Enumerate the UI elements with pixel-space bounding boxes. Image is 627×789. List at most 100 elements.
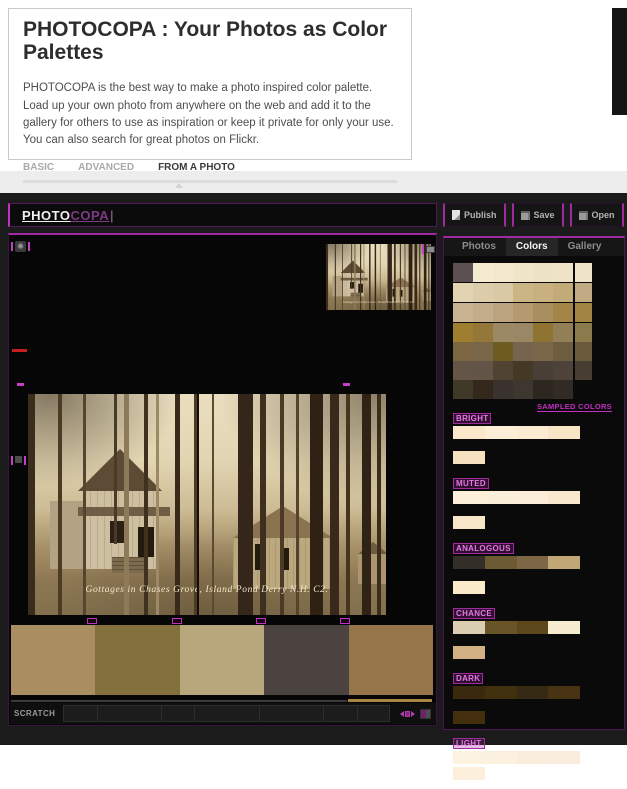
gear-icon[interactable]: ✺ xyxy=(15,241,26,252)
sampled-color-cell[interactable] xyxy=(453,380,473,399)
scratch-slot[interactable] xyxy=(358,705,391,722)
scratch-slot[interactable] xyxy=(195,705,261,722)
sampled-color-cell[interactable] xyxy=(575,303,592,322)
section-bar-cell[interactable] xyxy=(484,686,517,699)
sampled-color-cell[interactable] xyxy=(513,323,533,342)
section-swatch-chance[interactable] xyxy=(453,646,485,659)
scratch-slot[interactable] xyxy=(63,705,99,722)
section-bar-cell[interactable] xyxy=(516,686,549,699)
section-bar-cell[interactable] xyxy=(516,556,549,569)
sampled-color-cell[interactable] xyxy=(473,263,493,282)
sample-point-handle[interactable] xyxy=(15,456,22,463)
swatch-divider-handle[interactable] xyxy=(172,618,182,624)
sampled-color-cell[interactable] xyxy=(473,361,493,380)
sampled-color-cell[interactable] xyxy=(453,283,473,302)
publish-button[interactable]: Publish xyxy=(443,203,506,227)
section-bar-cell[interactable] xyxy=(453,621,485,634)
section-bar-cell[interactable] xyxy=(484,621,517,634)
section-swatch-light[interactable] xyxy=(453,767,485,780)
sampled-color-cell[interactable] xyxy=(453,323,473,342)
open-button[interactable]: Open xyxy=(569,203,624,227)
sampled-color-cell[interactable] xyxy=(553,303,573,322)
palette-swatch[interactable] xyxy=(11,625,96,695)
sampled-color-cell[interactable] xyxy=(493,263,513,282)
sampled-color-cell[interactable] xyxy=(493,380,513,399)
section-bar-cell[interactable] xyxy=(453,686,485,699)
sampled-color-cell[interactable] xyxy=(553,342,573,361)
scratch-slot[interactable] xyxy=(260,705,325,722)
resize-arrows-icon[interactable] xyxy=(400,710,415,717)
sampled-color-cell[interactable] xyxy=(513,303,533,322)
section-swatch-muted[interactable] xyxy=(453,516,485,529)
sampled-color-cell[interactable] xyxy=(553,323,573,342)
sampled-color-cell[interactable] xyxy=(493,303,513,322)
section-bar-cell[interactable] xyxy=(484,751,517,764)
section-bar-cell[interactable] xyxy=(484,426,517,439)
sampled-color-cell[interactable] xyxy=(453,342,473,361)
thumbnail-collapse-icon[interactable] xyxy=(426,246,435,253)
section-bar-cell[interactable] xyxy=(548,426,580,439)
sampled-color-cell[interactable] xyxy=(553,283,573,302)
sampled-color-cell[interactable] xyxy=(533,361,553,380)
palette-swatch[interactable] xyxy=(348,625,434,695)
swatch-divider-handle[interactable] xyxy=(340,618,350,624)
sampled-color-cell[interactable] xyxy=(575,283,592,302)
sampled-color-cell[interactable] xyxy=(575,263,592,282)
tab-colors[interactable]: Colors xyxy=(505,238,558,256)
sampled-color-cell[interactable] xyxy=(473,323,493,342)
section-bar-cell[interactable] xyxy=(484,556,517,569)
sampled-color-cell[interactable] xyxy=(493,342,513,361)
swatch-divider-handle[interactable] xyxy=(87,618,97,624)
section-bar-cell[interactable] xyxy=(516,426,549,439)
sampled-color-cell[interactable] xyxy=(493,361,513,380)
palette-swatch[interactable] xyxy=(264,625,349,695)
sampled-color-cell[interactable] xyxy=(493,283,513,302)
sampled-color-cell[interactable] xyxy=(473,380,493,399)
section-bar-cell[interactable] xyxy=(548,751,580,764)
sampled-color-cell[interactable] xyxy=(533,263,553,282)
scratch-slot[interactable] xyxy=(324,705,359,722)
sampled-color-cell[interactable] xyxy=(453,263,473,282)
tab-photos[interactable]: Photos xyxy=(452,238,506,256)
tab-gallery[interactable]: Gallery xyxy=(558,238,612,256)
palette-swatch[interactable] xyxy=(179,625,265,695)
sampled-color-cell[interactable] xyxy=(513,263,533,282)
sampled-color-cell[interactable] xyxy=(493,323,513,342)
sampled-color-cell[interactable] xyxy=(453,303,473,322)
section-bar-cell[interactable] xyxy=(516,621,549,634)
sampled-color-cell[interactable] xyxy=(453,361,473,380)
section-bar-cell[interactable] xyxy=(548,621,580,634)
section-bar-cell[interactable] xyxy=(484,491,517,504)
sampled-color-cell[interactable] xyxy=(473,342,493,361)
sampled-color-cell[interactable] xyxy=(473,303,493,322)
sampled-color-cell[interactable] xyxy=(575,361,592,380)
section-swatch-dark[interactable] xyxy=(453,711,485,724)
sampled-color-cell[interactable] xyxy=(513,380,533,399)
section-swatch-bright[interactable] xyxy=(453,451,485,464)
sampled-color-cell[interactable] xyxy=(533,380,553,399)
sampled-color-cell[interactable] xyxy=(553,380,573,399)
swatch-divider-handle[interactable] xyxy=(256,618,266,624)
section-bar-cell[interactable] xyxy=(516,491,549,504)
section-bar-cell[interactable] xyxy=(453,491,485,504)
palette-slider-track[interactable] xyxy=(11,700,347,702)
palette-swatch[interactable] xyxy=(95,625,180,695)
doc-tab-basic[interactable]: BASIC xyxy=(23,162,54,173)
scratch-slot[interactable] xyxy=(98,705,163,722)
section-bar-cell[interactable] xyxy=(516,751,549,764)
sampled-color-cell[interactable] xyxy=(533,283,553,302)
section-bar-cell[interactable] xyxy=(453,426,485,439)
section-bar-cell[interactable] xyxy=(453,751,485,764)
sampled-color-cell[interactable] xyxy=(575,342,592,361)
doc-tab-from-a-photo[interactable]: FROM A PHOTO xyxy=(158,162,235,173)
sampled-color-cell[interactable] xyxy=(513,342,533,361)
save-button[interactable]: Save xyxy=(511,203,564,227)
view-toggle-icon[interactable] xyxy=(420,708,431,719)
sampled-color-cell[interactable] xyxy=(513,283,533,302)
section-bar-cell[interactable] xyxy=(548,686,580,699)
main-photo[interactable]: Gottages in Chases Grove, Island Pond De… xyxy=(28,394,386,615)
sampled-color-cell[interactable] xyxy=(575,323,592,342)
sampled-color-cell[interactable] xyxy=(533,303,553,322)
photo-thumbnail[interactable]: Gottages in Chases Grove, Island Pond De… xyxy=(326,244,431,310)
palette-slider-fill[interactable] xyxy=(348,699,432,702)
